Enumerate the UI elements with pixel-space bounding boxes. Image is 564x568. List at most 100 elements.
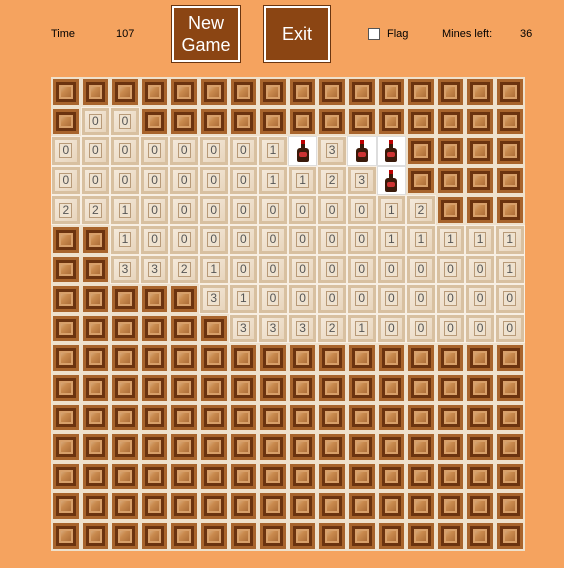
covered-cell[interactable] bbox=[287, 491, 318, 521]
covered-cell[interactable] bbox=[51, 77, 81, 107]
covered-cell[interactable] bbox=[258, 77, 288, 107]
covered-cell[interactable] bbox=[406, 136, 436, 166]
covered-cell[interactable] bbox=[494, 372, 525, 403]
covered-cell[interactable] bbox=[169, 402, 199, 433]
revealed-cell[interactable]: 0 bbox=[494, 284, 525, 314]
covered-cell[interactable] bbox=[139, 372, 170, 403]
revealed-cell[interactable]: 1 bbox=[465, 224, 495, 255]
covered-cell[interactable] bbox=[51, 313, 81, 344]
covered-cell[interactable] bbox=[435, 432, 466, 462]
covered-cell[interactable] bbox=[317, 402, 347, 433]
covered-cell[interactable] bbox=[376, 106, 407, 137]
revealed-cell[interactable]: 3 bbox=[198, 284, 229, 314]
covered-cell[interactable] bbox=[51, 343, 81, 373]
covered-cell[interactable] bbox=[376, 402, 407, 433]
covered-cell[interactable] bbox=[494, 520, 525, 551]
covered-cell[interactable] bbox=[228, 520, 259, 551]
covered-cell[interactable] bbox=[494, 402, 525, 433]
covered-cell[interactable] bbox=[228, 432, 259, 462]
covered-cell[interactable] bbox=[465, 432, 495, 462]
covered-cell[interactable] bbox=[169, 520, 199, 551]
covered-cell[interactable] bbox=[494, 165, 525, 196]
covered-cell[interactable] bbox=[80, 491, 111, 521]
revealed-cell[interactable]: 0 bbox=[80, 136, 111, 166]
revealed-cell[interactable]: 0 bbox=[198, 195, 229, 225]
covered-cell[interactable] bbox=[494, 106, 525, 137]
covered-cell[interactable] bbox=[406, 432, 436, 462]
revealed-cell[interactable]: 1 bbox=[376, 224, 407, 255]
revealed-cell[interactable]: 0 bbox=[80, 106, 111, 137]
covered-cell[interactable] bbox=[228, 461, 259, 492]
covered-cell[interactable] bbox=[317, 461, 347, 492]
covered-cell[interactable] bbox=[198, 432, 229, 462]
covered-cell[interactable] bbox=[465, 491, 495, 521]
covered-cell[interactable] bbox=[169, 284, 199, 314]
covered-cell[interactable] bbox=[139, 402, 170, 433]
covered-cell[interactable] bbox=[435, 136, 466, 166]
revealed-cell[interactable]: 2 bbox=[317, 165, 347, 196]
revealed-cell[interactable]: 0 bbox=[287, 254, 318, 285]
flag-cell[interactable] bbox=[376, 136, 407, 166]
revealed-cell[interactable]: 1 bbox=[346, 313, 377, 344]
covered-cell[interactable] bbox=[80, 77, 111, 107]
revealed-cell[interactable]: 1 bbox=[287, 165, 318, 196]
covered-cell[interactable] bbox=[258, 402, 288, 433]
revealed-cell[interactable]: 0 bbox=[80, 165, 111, 196]
covered-cell[interactable] bbox=[110, 461, 140, 492]
revealed-cell[interactable]: 0 bbox=[110, 136, 140, 166]
revealed-cell[interactable]: 0 bbox=[169, 195, 199, 225]
revealed-cell[interactable]: 3 bbox=[346, 165, 377, 196]
covered-cell[interactable] bbox=[346, 491, 377, 521]
revealed-cell[interactable]: 0 bbox=[258, 195, 288, 225]
covered-cell[interactable] bbox=[169, 432, 199, 462]
revealed-cell[interactable]: 0 bbox=[287, 284, 318, 314]
covered-cell[interactable] bbox=[406, 77, 436, 107]
revealed-cell[interactable]: 0 bbox=[198, 224, 229, 255]
covered-cell[interactable] bbox=[169, 77, 199, 107]
covered-cell[interactable] bbox=[287, 461, 318, 492]
covered-cell[interactable] bbox=[51, 106, 81, 137]
covered-cell[interactable] bbox=[139, 520, 170, 551]
covered-cell[interactable] bbox=[80, 284, 111, 314]
revealed-cell[interactable]: 0 bbox=[435, 254, 466, 285]
covered-cell[interactable] bbox=[346, 106, 377, 137]
covered-cell[interactable] bbox=[494, 136, 525, 166]
covered-cell[interactable] bbox=[110, 284, 140, 314]
covered-cell[interactable] bbox=[228, 402, 259, 433]
flag-cell[interactable] bbox=[346, 136, 377, 166]
covered-cell[interactable] bbox=[346, 372, 377, 403]
revealed-cell[interactable]: 0 bbox=[169, 136, 199, 166]
revealed-cell[interactable]: 0 bbox=[110, 165, 140, 196]
covered-cell[interactable] bbox=[406, 491, 436, 521]
covered-cell[interactable] bbox=[198, 313, 229, 344]
revealed-cell[interactable]: 0 bbox=[494, 313, 525, 344]
covered-cell[interactable] bbox=[287, 343, 318, 373]
covered-cell[interactable] bbox=[139, 106, 170, 137]
covered-cell[interactable] bbox=[51, 224, 81, 255]
revealed-cell[interactable]: 0 bbox=[139, 136, 170, 166]
covered-cell[interactable] bbox=[51, 432, 81, 462]
covered-cell[interactable] bbox=[465, 343, 495, 373]
covered-cell[interactable] bbox=[346, 77, 377, 107]
flag-label[interactable]: Flag bbox=[387, 28, 408, 40]
covered-cell[interactable] bbox=[139, 284, 170, 314]
covered-cell[interactable] bbox=[80, 432, 111, 462]
revealed-cell[interactable]: 0 bbox=[346, 224, 377, 255]
flag-checkbox[interactable] bbox=[368, 28, 380, 40]
covered-cell[interactable] bbox=[435, 106, 466, 137]
covered-cell[interactable] bbox=[376, 461, 407, 492]
covered-cell[interactable] bbox=[80, 254, 111, 285]
covered-cell[interactable] bbox=[494, 491, 525, 521]
covered-cell[interactable] bbox=[406, 520, 436, 551]
covered-cell[interactable] bbox=[139, 461, 170, 492]
flag-cell[interactable] bbox=[287, 136, 318, 166]
revealed-cell[interactable]: 0 bbox=[317, 284, 347, 314]
revealed-cell[interactable]: 0 bbox=[228, 224, 259, 255]
covered-cell[interactable] bbox=[317, 491, 347, 521]
revealed-cell[interactable]: 0 bbox=[465, 254, 495, 285]
covered-cell[interactable] bbox=[258, 372, 288, 403]
revealed-cell[interactable]: 3 bbox=[110, 254, 140, 285]
covered-cell[interactable] bbox=[376, 77, 407, 107]
covered-cell[interactable] bbox=[435, 77, 466, 107]
revealed-cell[interactable]: 3 bbox=[258, 313, 288, 344]
